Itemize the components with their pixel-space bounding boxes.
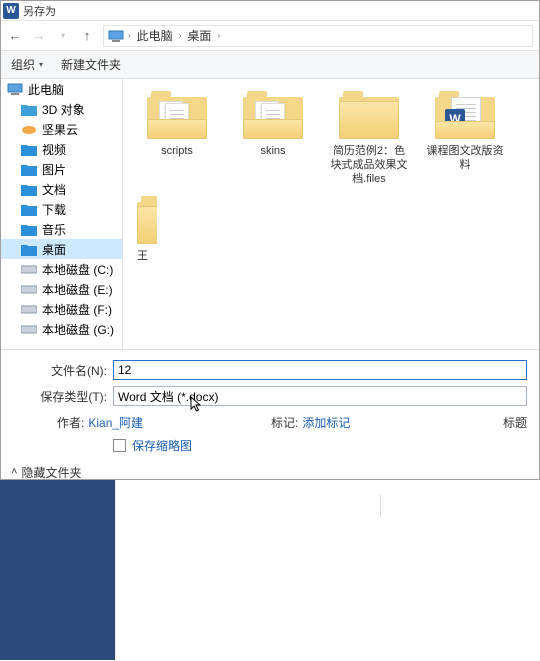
new-folder-button[interactable]: 新建文件夹 <box>61 56 121 73</box>
chevron-up-icon: ˄ <box>11 466 17 478</box>
tree-label: 本地磁盘 (G:) <box>42 321 114 338</box>
word-document-area <box>115 480 540 661</box>
folder-icon <box>21 102 37 116</box>
tree-label: 坚果云 <box>42 121 78 138</box>
disk-icon <box>21 262 37 276</box>
item-label: 王 <box>137 250 148 264</box>
folder-icon <box>137 192 157 244</box>
tree-jianguo[interactable]: 坚果云 <box>1 119 122 139</box>
tree-label: 桌面 <box>42 241 66 258</box>
tree-downloads[interactable]: 下载 <box>1 199 122 219</box>
disk-icon <box>21 302 37 316</box>
form-area: 文件名(N): 保存类型(T): 作者: Kian_阿建 标记: 添加标记 标题… <box>1 349 539 458</box>
tree-pc[interactable]: 此电脑 <box>1 79 122 99</box>
pc-icon <box>108 29 124 43</box>
chevron-icon: › <box>179 31 182 40</box>
breadcrumb[interactable]: › 此电脑 › 桌面 › <box>103 25 533 47</box>
up-button[interactable]: ↑ <box>79 28 95 44</box>
tree-disk-e[interactable]: 本地磁盘 (E:) <box>1 279 122 299</box>
item-label: skins <box>260 145 285 159</box>
disk-icon <box>21 282 37 296</box>
nav-tree[interactable]: 此电脑 3D 对象 坚果云 视频 图片 文档 <box>1 79 123 349</box>
tags-label: 标记: <box>271 414 298 431</box>
folder-icon <box>147 87 207 139</box>
tree-label: 本地磁盘 (C:) <box>42 261 113 278</box>
organize-menu[interactable]: 组织 <box>11 56 43 73</box>
folder-icon: W <box>435 87 495 139</box>
dialog-title: 另存为 <box>23 3 56 19</box>
filename-label: 文件名(N): <box>13 362 113 379</box>
document-icon <box>21 182 37 196</box>
title-bar[interactable]: W 另存为 <box>1 1 539 21</box>
folder-icon <box>243 87 303 139</box>
tree-label: 本地磁盘 (E:) <box>42 281 113 298</box>
disk-icon <box>21 322 37 336</box>
music-icon <box>21 222 37 236</box>
tree-label: 本地磁盘 (F:) <box>42 301 112 318</box>
folder-item-skins[interactable]: skins <box>233 87 313 186</box>
folder-item-resume[interactable]: 简历范例2：色块式成品效果文档.files <box>329 87 409 186</box>
tree-pictures[interactable]: 图片 <box>1 159 122 179</box>
folder-item-course[interactable]: W 课程图文改版资料 <box>425 87 505 186</box>
tree-label: 3D 对象 <box>42 101 85 118</box>
cloud-icon <box>21 122 37 136</box>
folder-icon <box>339 87 399 139</box>
item-label: 简历范例2：色块式成品效果文档.files <box>329 145 409 186</box>
thumbnail-checkbox[interactable] <box>113 439 126 452</box>
tree-music[interactable]: 音乐 <box>1 219 122 239</box>
tree-label: 图片 <box>42 161 66 178</box>
back-button[interactable]: ← <box>7 28 23 44</box>
tree-documents[interactable]: 文档 <box>1 179 122 199</box>
tree-label: 下载 <box>42 201 66 218</box>
toolbar: 组织 新建文件夹 <box>1 51 539 79</box>
tree-disk-g[interactable]: 本地磁盘 (G:) <box>1 319 122 339</box>
divider <box>380 495 381 517</box>
picture-icon <box>21 162 37 176</box>
folder-item-scripts[interactable]: scripts <box>137 87 217 186</box>
tree-videos[interactable]: 视频 <box>1 139 122 159</box>
save-as-dialog: W 另存为 ← → ▾ ↑ › 此电脑 › 桌面 › 组织 新建文件夹 此电脑 <box>0 0 540 480</box>
item-label: 课程图文改版资料 <box>425 145 505 173</box>
thumbnail-label: 保存缩略图 <box>132 437 192 454</box>
breadcrumb-desktop[interactable]: 桌面 <box>185 27 213 44</box>
author-label: 作者: <box>57 414 84 431</box>
tree-label: 视频 <box>42 141 66 158</box>
word-icon: W <box>3 3 19 19</box>
tree-label: 此电脑 <box>28 81 64 98</box>
word-nav-pane <box>0 480 115 660</box>
pc-icon <box>7 82 23 96</box>
nav-bar: ← → ▾ ↑ › 此电脑 › 桌面 › <box>1 21 539 51</box>
video-icon <box>21 142 37 156</box>
author-value[interactable]: Kian_阿建 <box>88 414 143 431</box>
hide-label: 隐藏文件夹 <box>21 464 81 481</box>
item-label: scripts <box>161 145 193 159</box>
forward-button[interactable]: → <box>31 28 47 44</box>
tree-disk-f[interactable]: 本地磁盘 (F:) <box>1 299 122 319</box>
chevron-icon: › <box>128 31 131 40</box>
tags-value[interactable]: 添加标记 <box>302 414 350 431</box>
filetype-label: 保存类型(T): <box>13 388 113 405</box>
tree-disk-c[interactable]: 本地磁盘 (C:) <box>1 259 122 279</box>
recent-dropdown[interactable]: ▾ <box>55 28 71 44</box>
folder-item-partial[interactable]: 王 <box>137 192 157 264</box>
filetype-select[interactable] <box>113 386 527 406</box>
desktop-icon <box>21 242 37 256</box>
filename-input[interactable] <box>113 360 527 380</box>
tree-desktop[interactable]: 桌面 <box>1 239 122 259</box>
breadcrumb-pc[interactable]: 此电脑 <box>135 27 175 44</box>
title-label: 标题 <box>503 414 527 431</box>
tree-3d[interactable]: 3D 对象 <box>1 99 122 119</box>
chevron-icon: › <box>217 31 220 40</box>
file-pane[interactable]: scripts skins 简历范例2：色块式成品效果文档.files <box>123 79 539 349</box>
download-icon <box>21 202 37 216</box>
tree-label: 音乐 <box>42 221 66 238</box>
tree-label: 文档 <box>42 181 66 198</box>
hide-folders-toggle[interactable]: ˄ 隐藏文件夹 <box>11 464 81 481</box>
